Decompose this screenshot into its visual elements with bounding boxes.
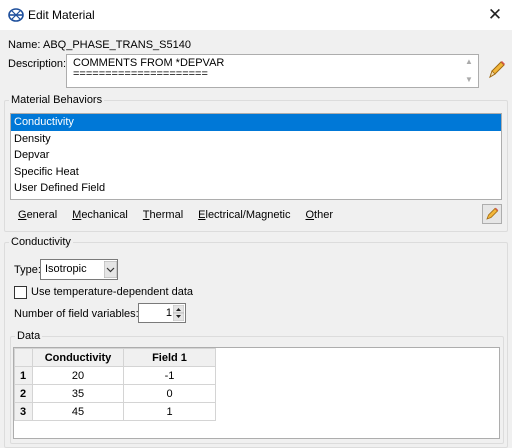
behavior-item-specific-heat[interactable]: Specific Heat [11, 164, 501, 181]
field-variables-label: Number of field variables: [14, 308, 139, 320]
table-cell[interactable]: 0 [123, 384, 216, 403]
material-dialog-icon [8, 8, 24, 22]
behavior-menu-bar: General Mechanical Thermal Electrical/Ma… [18, 209, 333, 221]
spin-buttons[interactable] [173, 305, 184, 321]
conductivity-legend: Conductivity [11, 236, 71, 248]
field-variables-value: 1 [165, 307, 172, 319]
close-icon[interactable]: ✕ [482, 3, 508, 27]
type-value: Isotropic [45, 263, 87, 275]
name-label: Name: [8, 39, 41, 51]
menu-general[interactable]: General [18, 209, 57, 221]
data-table: Conductivity Field 1 1 20 -1 2 35 0 3 45… [14, 348, 216, 421]
description-field[interactable]: COMMENTS FROM *DEPVAR ==================… [66, 54, 479, 88]
behavior-item-user-defined-field[interactable]: User Defined Field [11, 180, 501, 197]
table-cell[interactable]: 35 [32, 384, 124, 403]
menu-other[interactable]: Other [305, 209, 333, 221]
behavior-item-density[interactable]: Density [11, 131, 501, 148]
edit-behavior-button[interactable] [482, 204, 502, 224]
column-header-field-1[interactable]: Field 1 [123, 348, 216, 367]
window-title: Edit Material [28, 8, 95, 22]
behavior-item-conductivity[interactable]: Conductivity [11, 114, 501, 131]
data-legend: Data [17, 330, 41, 342]
material-behaviors-legend: Material Behaviors [11, 94, 103, 106]
menu-mechanical[interactable]: Mechanical [72, 209, 128, 221]
table-cell[interactable]: 1 [123, 402, 216, 421]
material-name: ABQ_PHASE_TRANS_S5140 [43, 39, 191, 51]
table-row: 1 20 -1 [14, 366, 216, 385]
menu-electrical-magnetic[interactable]: Electrical/Magnetic [198, 209, 290, 221]
behavior-item-depvar[interactable]: Depvar [11, 147, 501, 164]
dropdown-arrow-icon[interactable] [104, 261, 117, 278]
corner-header [14, 348, 33, 367]
behaviors-list: Conductivity Density Depvar Specific Hea… [10, 113, 502, 200]
pencil-icon[interactable] [486, 59, 506, 81]
row-header[interactable]: 1 [14, 366, 33, 385]
table-row: 3 45 1 [14, 402, 216, 421]
menu-thermal[interactable]: Thermal [143, 209, 183, 221]
edit-icon [486, 207, 499, 220]
type-label: Type: [14, 264, 41, 276]
column-header-conductivity[interactable]: Conductivity [32, 348, 124, 367]
temperature-dependent-label: Use temperature-dependent data [31, 286, 194, 298]
table-row: 2 35 0 [14, 384, 216, 403]
table-cell[interactable]: -1 [123, 366, 216, 385]
table-cell[interactable]: 45 [32, 402, 124, 421]
temperature-dependent-checkbox[interactable] [14, 286, 27, 299]
description-label: Description: [8, 58, 67, 70]
scroll-down-icon[interactable]: ▼ [465, 75, 473, 84]
row-header[interactable]: 3 [14, 402, 33, 421]
row-header[interactable]: 2 [14, 384, 33, 403]
table-cell[interactable]: 20 [32, 366, 124, 385]
scroll-up-icon[interactable]: ▲ [465, 57, 473, 66]
